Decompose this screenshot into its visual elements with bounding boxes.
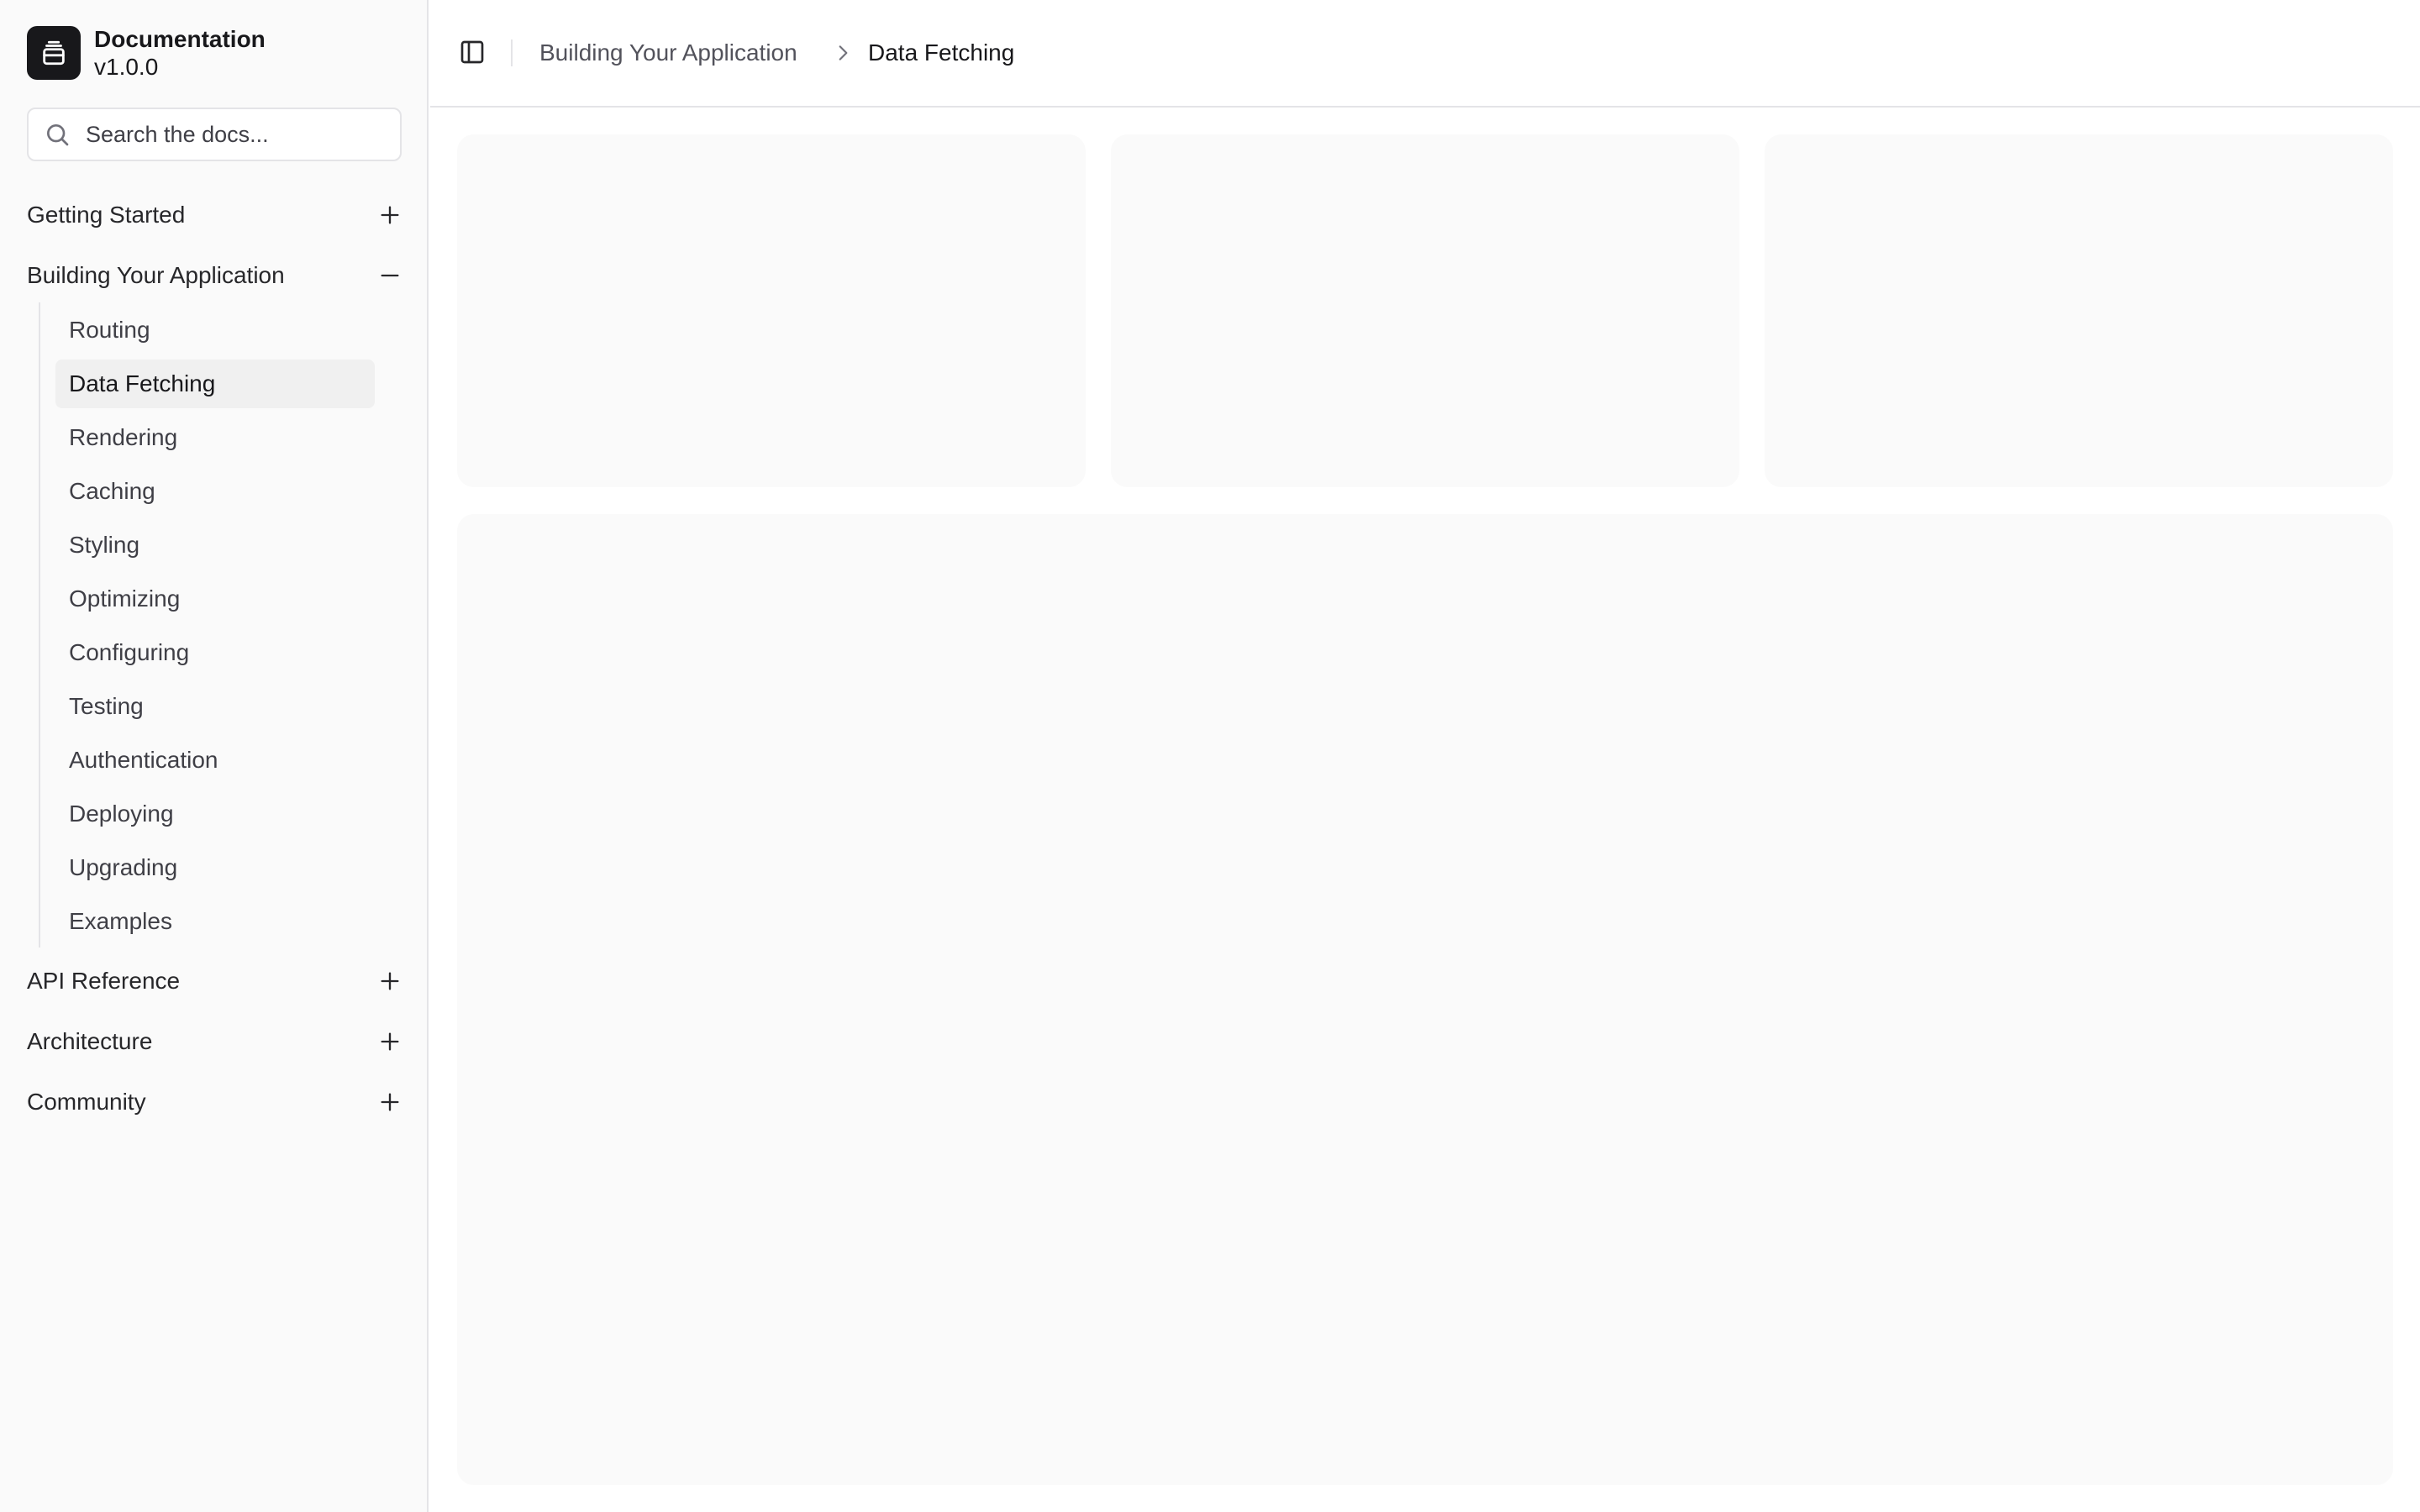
chevron-right-icon: [839, 45, 848, 60]
sidebar-item-styling[interactable]: Styling: [55, 521, 375, 570]
sidebar-section-getting-started[interactable]: Getting Started: [27, 192, 402, 239]
app-root: Documentation v1.0.0 Getting Started Bui…: [0, 0, 2420, 1512]
sidebar-item-authentication[interactable]: Authentication: [55, 736, 375, 785]
placeholder-card-3: [1765, 134, 2393, 487]
sidebar-section-building-your-application[interactable]: Building Your Application: [27, 252, 402, 299]
sidebar-section-label: Community: [27, 1089, 146, 1115]
sidebar-item-upgrading[interactable]: Upgrading: [55, 843, 375, 892]
sidebar-section-architecture[interactable]: Architecture: [27, 1018, 402, 1065]
placeholder-main-panel: [457, 514, 2393, 1485]
plus-icon[interactable]: [378, 1030, 402, 1053]
sidebar-item-configuring[interactable]: Configuring: [55, 628, 375, 677]
top-header: Building Your Application Data Fetching: [430, 0, 2420, 108]
layers-icon: [27, 26, 81, 80]
sidebar-item-caching[interactable]: Caching: [55, 467, 375, 516]
brand-text: Documentation v1.0.0: [94, 25, 266, 81]
sidebar-section-label: Architecture: [27, 1028, 153, 1054]
sidebar-section-label: Building Your Application: [27, 262, 285, 288]
plus-icon[interactable]: [378, 203, 402, 227]
brand-title: Documentation: [94, 26, 266, 52]
brand-header[interactable]: Documentation v1.0.0: [27, 25, 266, 81]
sidebar-item-rendering[interactable]: Rendering: [55, 413, 375, 462]
sidebar: Documentation v1.0.0 Getting Started Bui…: [0, 0, 429, 1512]
sidebar-section-label: API Reference: [27, 968, 181, 994]
sidebar-section-api-reference[interactable]: API Reference: [27, 958, 402, 1005]
breadcrumb-parent-link[interactable]: Building Your Application: [539, 37, 797, 69]
placeholder-card-2: [1111, 134, 1739, 487]
sidebar-subnav: Routing Data Fetching Rendering Caching …: [39, 302, 375, 948]
header-divider: [511, 39, 513, 66]
sidebar-section-label: Getting Started: [27, 202, 186, 228]
sidebar-item-optimizing[interactable]: Optimizing: [55, 575, 375, 623]
sidebar-section-community[interactable]: Community: [27, 1079, 402, 1126]
search-icon: [47, 124, 69, 146]
sidebar-item-testing[interactable]: Testing: [55, 682, 375, 731]
sidebar-item-examples[interactable]: Examples: [55, 897, 375, 946]
minus-icon[interactable]: [378, 264, 402, 287]
breadcrumb-current-page: Data Fetching: [868, 39, 1015, 66]
plus-icon[interactable]: [378, 969, 402, 993]
placeholder-card-1: [457, 134, 1086, 487]
plus-icon[interactable]: [378, 1090, 402, 1114]
brand-version: v1.0.0: [94, 54, 159, 80]
search-input[interactable]: [84, 120, 387, 149]
sidebar-toggle-icon[interactable]: [459, 39, 486, 66]
search-box[interactable]: [27, 108, 402, 161]
sidebar-item-deploying[interactable]: Deploying: [55, 790, 375, 838]
sidebar-item-routing[interactable]: Routing: [55, 306, 375, 354]
sidebar-item-data-fetching[interactable]: Data Fetching: [55, 360, 375, 408]
